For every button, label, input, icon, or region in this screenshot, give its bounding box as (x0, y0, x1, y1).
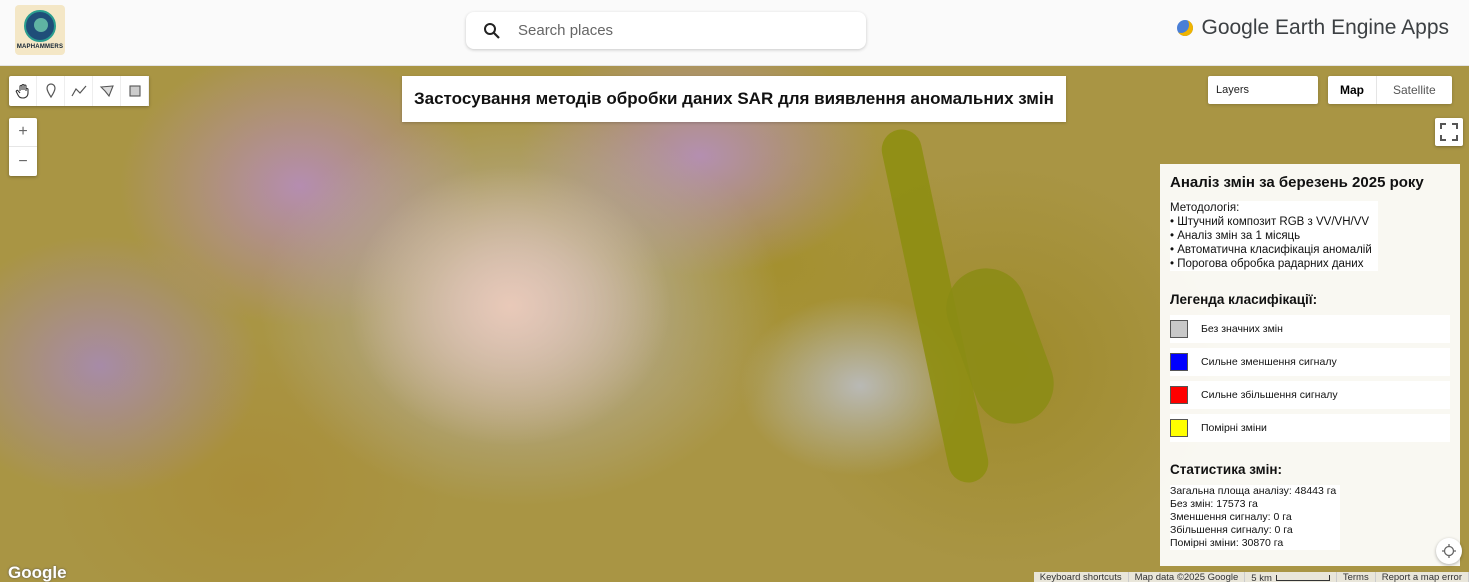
report-error-link[interactable]: Report a map error (1376, 572, 1469, 582)
logo-text: MAPHAMMERS (16, 44, 64, 50)
analysis-panel: Аналіз змін за березень 2025 року Методо… (1160, 164, 1460, 566)
legend-item: Без значних змін (1170, 315, 1450, 343)
legend-item: Сильне збільшення сигналу (1170, 381, 1450, 409)
crosshair-icon (1442, 544, 1456, 558)
stats-increase: Збільшення сигналу: 0 га (1170, 524, 1293, 536)
layers-dropdown[interactable]: Layers (1208, 76, 1318, 104)
point-marker-icon[interactable] (37, 76, 65, 106)
map-title: Застосування методів обробки даних SAR д… (402, 76, 1066, 122)
earth-engine-icon (1177, 20, 1194, 36)
stats-no-change: Без змін: 17573 га (1170, 498, 1258, 510)
legend-label: Помірні зміни (1201, 422, 1267, 434)
map-data-credit: Map data ©2025 Google (1129, 572, 1246, 582)
draw-rectangle-icon[interactable] (121, 76, 149, 106)
legend-swatch-yellow (1170, 419, 1188, 437)
methodology-block: Методологія: • Штучний композит RGB з VV… (1170, 201, 1378, 271)
drawing-toolbar (9, 76, 149, 106)
legend-swatch-blue (1170, 353, 1188, 371)
fullscreen-icon (1440, 123, 1458, 141)
search-box[interactable] (466, 12, 866, 49)
stats-block: Загальна площа аналізу: 48443 га Без змі… (1170, 485, 1341, 550)
legend-item: Помірні зміни (1170, 414, 1450, 442)
keyboard-shortcuts-link[interactable]: Keyboard shortcuts (1034, 572, 1129, 582)
legend-heading: Легенда класифікації: (1170, 292, 1318, 307)
stats-decrease: Зменшення сигналу: 0 га (1170, 511, 1292, 523)
stats-total: Загальна площа аналізу: 48443 га (1170, 485, 1337, 497)
my-location-button[interactable] (1436, 538, 1462, 564)
map-type-map-button[interactable]: Map (1328, 76, 1377, 104)
hand-pan-icon[interactable] (9, 76, 37, 106)
maphammers-logo[interactable]: MAPHAMMERS (15, 5, 65, 55)
legend-item: Сильне зменшення сигналу (1170, 348, 1450, 376)
methodology-heading: Методологія: (1170, 202, 1240, 214)
stats-moderate: Помірні зміни: 30870 га (1170, 537, 1284, 549)
legend-swatch-red (1170, 386, 1188, 404)
scale-bar[interactable]: 5 km (1245, 572, 1337, 582)
search-input[interactable] (518, 22, 838, 39)
legend-label: Без значних змін (1201, 323, 1283, 335)
draw-line-icon[interactable] (65, 76, 93, 106)
google-logo[interactable]: Google (8, 563, 67, 582)
map-attribution: Keyboard shortcuts Map data ©2025 Google… (1033, 572, 1469, 582)
methodology-item: • Штучний композит RGB з VV/VH/VV (1170, 216, 1370, 228)
legend-label: Сильне зменшення сигналу (1201, 356, 1337, 368)
brand[interactable]: Google Earth Engine Apps (1177, 16, 1449, 40)
methodology-item: • Порогова обробка радарних даних (1170, 258, 1364, 270)
methodology-item: • Автоматична класифікація аномалій (1170, 244, 1372, 256)
map-type-satellite-button[interactable]: Satellite (1377, 76, 1452, 104)
terms-link[interactable]: Terms (1337, 572, 1376, 582)
panel-title: Аналіз змін за березень 2025 року (1170, 174, 1424, 191)
draw-polygon-icon[interactable] (93, 76, 121, 106)
scale-label: 5 km (1251, 572, 1272, 582)
logo-globe-icon (24, 10, 56, 42)
zoom-in-button[interactable]: + (9, 118, 37, 147)
search-icon[interactable] (466, 22, 518, 40)
scale-bar-line (1275, 575, 1330, 581)
fullscreen-button[interactable] (1435, 118, 1463, 146)
stats-heading: Статистика змін: (1170, 462, 1282, 477)
top-bar: MAPHAMMERS Google Earth Engine Apps (0, 0, 1469, 66)
map-canvas[interactable]: + − Застосування методів обробки даних S… (0, 66, 1469, 582)
zoom-out-button[interactable]: − (9, 147, 37, 176)
legend-swatch-gray (1170, 320, 1188, 338)
map-type-control: Map Satellite (1328, 76, 1452, 104)
brand-label: Google Earth Engine Apps (1201, 16, 1449, 39)
legend-label: Сильне збільшення сигналу (1201, 389, 1338, 401)
methodology-item: • Аналіз змін за 1 місяць (1170, 230, 1301, 242)
zoom-control: + − (9, 118, 37, 176)
